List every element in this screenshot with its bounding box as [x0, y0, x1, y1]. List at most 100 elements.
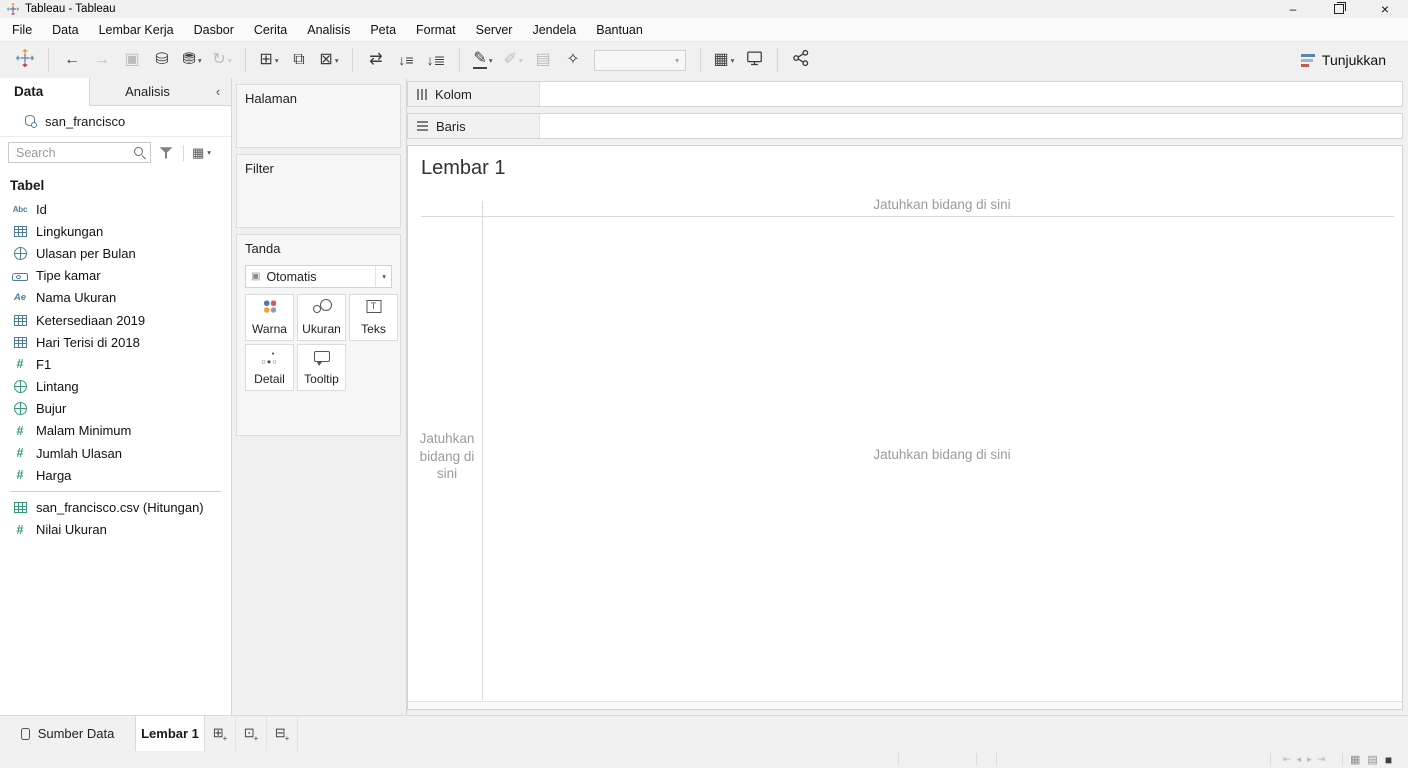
field-label: Nama Ukuran [36, 290, 117, 306]
columns-drop-area[interactable] [540, 82, 1402, 106]
field-row[interactable]: Lingkungan [0, 220, 231, 242]
sort-descending-button[interactable]: ↓≣ [421, 46, 451, 74]
pages-card[interactable]: Halaman [236, 84, 401, 148]
horizontal-scrollbar[interactable] [408, 701, 1402, 709]
field-row[interactable]: Tipe kamar [0, 265, 231, 287]
mark-nav-button[interactable]: ⇤ [1283, 754, 1291, 765]
drop-zone-columns[interactable]: Jatuhkan bidang di sini [482, 197, 1402, 212]
close-button[interactable]: × [1362, 0, 1408, 18]
highlight-button[interactable]: ✎ ▾ [468, 46, 498, 74]
menu-item[interactable]: Peta [360, 18, 406, 41]
swap-rows-columns-button[interactable]: ⇄ [361, 46, 391, 74]
menu-item[interactable]: File [2, 18, 42, 41]
worksheet-canvas[interactable]: Lembar 1 Jatuhkan bidang di sini Jatuhka… [407, 145, 1403, 710]
show-hide-cards-button[interactable]: ▦ ▾ [709, 46, 739, 74]
toolbar-separator [700, 48, 701, 72]
mark-property-button[interactable]: Warna [245, 294, 294, 341]
show-mark-labels-button[interactable]: ▤ [528, 46, 558, 74]
view-mode-button[interactable]: ▤ [1367, 753, 1377, 766]
table-calculation-icon [10, 501, 30, 515]
menu-item[interactable]: Data [42, 18, 88, 41]
minimize-button[interactable]: – [1270, 0, 1316, 18]
rows-drop-area[interactable] [540, 114, 1402, 138]
presentation-mode-button[interactable] [739, 46, 769, 74]
mark-property-button[interactable]: Tooltip [297, 344, 346, 391]
fix-axes-button[interactable]: ✧ [558, 46, 588, 74]
status-divider [976, 753, 977, 765]
field-row[interactable]: Ulasan per Bulan [0, 242, 231, 264]
redo-button[interactable]: → [87, 46, 117, 74]
new-sheet-button[interactable]: ⊟ [267, 716, 298, 751]
mark-property-label: Ukuran [302, 322, 341, 336]
menu-item[interactable]: Dasbor [184, 18, 244, 41]
menu-item[interactable]: Cerita [244, 18, 297, 41]
status-divider [898, 753, 899, 765]
menu-item[interactable]: Server [466, 18, 523, 41]
mark-type-dropdown[interactable]: ▣ Otomatis ▾ [245, 265, 392, 288]
mark-property-button[interactable]: Ukuran [297, 294, 346, 341]
menu-item[interactable]: Analisis [297, 18, 360, 41]
field-row[interactable]: Nilai Ukuran [0, 519, 231, 541]
mark-nav-button[interactable]: ◂ [1297, 754, 1302, 765]
datasource-item[interactable]: san_francisco [0, 106, 231, 137]
sort-ascending-button[interactable]: ↓≡ [391, 46, 421, 74]
tab-analytics[interactable]: Analisis [90, 78, 205, 105]
columns-shelf[interactable]: Kolom [407, 81, 1403, 107]
pause-auto-updates-button[interactable]: ⛃ ▾ [177, 46, 207, 74]
field-row[interactable]: Nama Ukuran [0, 287, 231, 309]
group-members-button[interactable]: ✐ ▾ [498, 46, 528, 74]
undo-button[interactable]: ← [57, 46, 87, 74]
globe-icon [10, 246, 30, 260]
mark-nav-button[interactable]: ▸ [1307, 754, 1312, 765]
run-update-button[interactable]: ↻ ▾ [207, 46, 237, 74]
new-sheet-button[interactable]: ⊡ [236, 716, 267, 751]
save-button[interactable]: ▣ [117, 46, 147, 74]
tableau-home-button[interactable] [10, 46, 40, 74]
view-mode-button[interactable]: ■ [1385, 753, 1392, 767]
mark-property-button[interactable]: Detail [245, 344, 294, 391]
tab-data[interactable]: Data [0, 78, 90, 106]
detail-icon [246, 345, 293, 372]
filter-fields-button[interactable] [155, 142, 177, 164]
field-row[interactable]: F1 [0, 353, 231, 375]
new-worksheet-button[interactable]: ⊞ ▾ [254, 46, 284, 74]
fit-selector[interactable]: ▾ [594, 49, 686, 71]
field-row[interactable]: Jumlah Ulasan [0, 442, 231, 464]
drop-zone-center[interactable]: Jatuhkan bidang di sini [482, 447, 1402, 462]
show-me-button[interactable]: Tunjukkan [1300, 52, 1386, 68]
mark-navigation: ⇤ ◂ ▸ ⇥ [1283, 751, 1325, 768]
tab-sheet-1[interactable]: Lembar 1 [135, 716, 205, 751]
share-button[interactable] [786, 46, 816, 74]
menu-item[interactable]: Lembar Kerja [89, 18, 184, 41]
field-row[interactable]: Ketersediaan 2019 [0, 309, 231, 331]
drop-zone-rows[interactable]: Jatuhkan bidang di sini [415, 430, 479, 483]
collapse-pane-button[interactable]: ‹ [205, 78, 231, 105]
view-data-grid-button[interactable]: ▦ ▾ [190, 145, 213, 161]
new-sheet-button[interactable]: ⊞ [205, 716, 236, 751]
new-data-source-button[interactable]: ⛁ [147, 46, 177, 74]
mark-nav-button[interactable]: ⇥ [1318, 754, 1326, 765]
field-row[interactable]: Malam Minimum [0, 420, 231, 442]
view-mode-button[interactable]: ▦ [1350, 753, 1360, 766]
filters-card[interactable]: Filter [236, 154, 401, 228]
first-mark-icon: ⇤ [1283, 754, 1291, 764]
clear-sheet-button[interactable]: ⊠ ▾ [314, 46, 344, 74]
menu-item[interactable]: Format [406, 18, 466, 41]
filters-card-title: Filter [245, 161, 274, 176]
restore-button[interactable] [1316, 0, 1362, 18]
tab-data-source[interactable]: Sumber Data [0, 716, 135, 751]
rows-shelf[interactable]: Baris [407, 113, 1403, 139]
field-row[interactable]: Hari Terisi di 2018 [0, 331, 231, 353]
search-input[interactable] [8, 142, 151, 163]
field-row[interactable]: Lintang [0, 376, 231, 398]
field-row[interactable]: Harga [0, 464, 231, 486]
menu-item[interactable]: Bantuan [586, 18, 653, 41]
field-label: F1 [36, 356, 52, 372]
field-row[interactable]: Bujur [0, 398, 231, 420]
mark-property-button[interactable]: Teks [349, 294, 398, 341]
field-label: Lintang [36, 379, 79, 395]
field-row[interactable]: san_francisco.csv (Hitungan) [10, 491, 221, 518]
duplicate-sheet-button[interactable]: ⧉ [284, 46, 314, 74]
menu-item[interactable]: Jendela [522, 18, 586, 41]
field-row[interactable]: Id [0, 198, 231, 220]
